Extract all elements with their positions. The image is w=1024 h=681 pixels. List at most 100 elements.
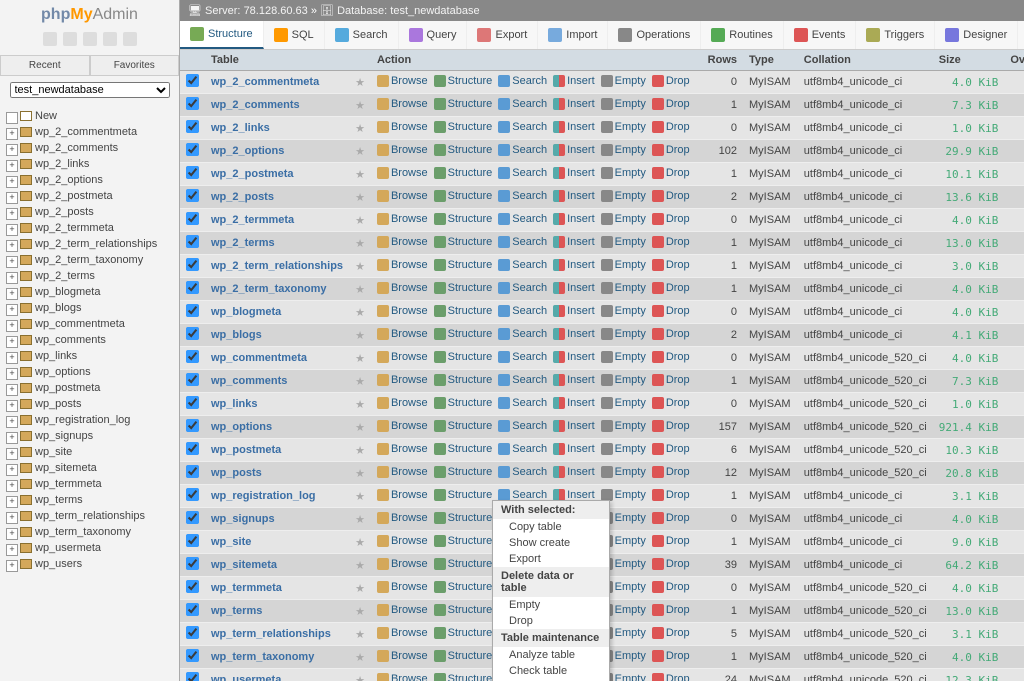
insert-action[interactable]: Insert <box>553 282 595 294</box>
drop-action[interactable]: Drop <box>652 236 690 248</box>
browse-action[interactable]: Browse <box>377 328 428 340</box>
browse-action[interactable]: Browse <box>377 627 428 639</box>
drop-action[interactable]: Drop <box>652 627 690 639</box>
favorite-icon[interactable]: ★ <box>355 468 365 480</box>
drop-action[interactable]: Drop <box>652 190 690 202</box>
browse-action[interactable]: Browse <box>377 535 428 547</box>
table-name-link[interactable]: wp_term_taxonomy <box>211 651 314 663</box>
tree-table-item[interactable]: wp_usermeta <box>0 540 179 556</box>
row-checkbox[interactable] <box>186 235 199 248</box>
row-checkbox[interactable] <box>186 212 199 225</box>
tree-table-item[interactable]: wp_2_postmeta <box>0 188 179 204</box>
browse-action[interactable]: Browse <box>377 282 428 294</box>
browse-action[interactable]: Browse <box>377 443 428 455</box>
browse-action[interactable]: Browse <box>377 121 428 133</box>
topmenu-structure[interactable]: Structure <box>180 21 264 49</box>
menu-item[interactable]: Analyze table <box>493 647 609 663</box>
drop-action[interactable]: Drop <box>652 581 690 593</box>
row-checkbox[interactable] <box>186 534 199 547</box>
structure-action[interactable]: Structure <box>434 351 493 363</box>
structure-action[interactable]: Structure <box>434 673 493 681</box>
structure-action[interactable]: Structure <box>434 121 493 133</box>
settings-icon[interactable] <box>103 32 117 46</box>
row-checkbox[interactable] <box>186 74 199 87</box>
insert-action[interactable]: Insert <box>553 213 595 225</box>
insert-action[interactable]: Insert <box>553 305 595 317</box>
tree-table-item[interactable]: wp_links <box>0 348 179 364</box>
empty-action[interactable]: Empty <box>601 259 646 271</box>
tree-table-item[interactable]: wp_options <box>0 364 179 380</box>
insert-action[interactable]: Insert <box>553 489 595 501</box>
table-name-link[interactable]: wp_links <box>211 398 257 410</box>
topmenu-query[interactable]: Query <box>399 21 468 49</box>
table-name-link[interactable]: wp_2_term_relationships <box>211 260 343 272</box>
empty-action[interactable]: Empty <box>601 236 646 248</box>
row-checkbox[interactable] <box>186 373 199 386</box>
topmenu-events[interactable]: Events <box>784 21 857 49</box>
search-action[interactable]: Search <box>498 351 547 363</box>
search-action[interactable]: Search <box>498 236 547 248</box>
tree-table-item[interactable]: wp_sitemeta <box>0 460 179 476</box>
row-checkbox[interactable] <box>186 166 199 179</box>
search-action[interactable]: Search <box>498 489 547 501</box>
search-action[interactable]: Search <box>498 305 547 317</box>
browse-action[interactable]: Browse <box>377 420 428 432</box>
empty-action[interactable]: Empty <box>601 351 646 363</box>
tree-table-item[interactable]: wp_commentmeta <box>0 316 179 332</box>
empty-action[interactable]: Empty <box>601 75 646 87</box>
empty-action[interactable]: Empty <box>601 98 646 110</box>
structure-action[interactable]: Structure <box>434 581 493 593</box>
insert-action[interactable]: Insert <box>553 75 595 87</box>
browse-action[interactable]: Browse <box>377 75 428 87</box>
table-name-link[interactable]: wp_site <box>211 536 251 548</box>
table-name-link[interactable]: wp_posts <box>211 467 262 479</box>
structure-action[interactable]: Structure <box>434 144 493 156</box>
favorite-icon[interactable]: ★ <box>355 629 365 641</box>
drop-action[interactable]: Drop <box>652 466 690 478</box>
search-action[interactable]: Search <box>498 282 547 294</box>
browse-action[interactable]: Browse <box>377 144 428 156</box>
row-checkbox[interactable] <box>186 97 199 110</box>
browse-action[interactable]: Browse <box>377 512 428 524</box>
structure-action[interactable]: Structure <box>434 466 493 478</box>
search-action[interactable]: Search <box>498 328 547 340</box>
browse-action[interactable]: Browse <box>377 558 428 570</box>
favorite-icon[interactable]: ★ <box>355 330 365 342</box>
drop-action[interactable]: Drop <box>652 121 690 133</box>
favorite-icon[interactable]: ★ <box>355 675 365 681</box>
row-checkbox[interactable] <box>186 580 199 593</box>
topmenu-export[interactable]: Export <box>467 21 538 49</box>
drop-action[interactable]: Drop <box>652 328 690 340</box>
favorite-icon[interactable]: ★ <box>355 215 365 227</box>
tree-table-item[interactable]: wp_postmeta <box>0 380 179 396</box>
tree-table-item[interactable]: wp_term_taxonomy <box>0 524 179 540</box>
row-checkbox[interactable] <box>186 649 199 662</box>
menu-item[interactable]: Export <box>493 551 609 567</box>
table-name-link[interactable]: wp_commentmeta <box>211 352 307 364</box>
drop-action[interactable]: Drop <box>652 144 690 156</box>
table-name-link[interactable]: wp_registration_log <box>211 490 316 502</box>
row-checkbox[interactable] <box>186 557 199 570</box>
table-name-link[interactable]: wp_2_termmeta <box>211 214 294 226</box>
tab-favorites[interactable]: Favorites <box>90 55 180 76</box>
favorite-icon[interactable]: ★ <box>355 169 365 181</box>
table-name-link[interactable]: wp_options <box>211 421 272 433</box>
row-checkbox[interactable] <box>186 603 199 616</box>
drop-action[interactable]: Drop <box>652 420 690 432</box>
row-checkbox[interactable] <box>186 143 199 156</box>
browse-action[interactable]: Browse <box>377 190 428 202</box>
row-checkbox[interactable] <box>186 442 199 455</box>
structure-action[interactable]: Structure <box>434 420 493 432</box>
insert-action[interactable]: Insert <box>553 144 595 156</box>
drop-action[interactable]: Drop <box>652 167 690 179</box>
table-name-link[interactable]: wp_2_terms <box>211 237 275 249</box>
drop-action[interactable]: Drop <box>652 650 690 662</box>
browse-action[interactable]: Browse <box>377 489 428 501</box>
table-name-link[interactable]: wp_terms <box>211 605 262 617</box>
row-checkbox[interactable] <box>186 396 199 409</box>
table-name-link[interactable]: wp_blogs <box>211 329 262 341</box>
structure-action[interactable]: Structure <box>434 98 493 110</box>
favorite-icon[interactable]: ★ <box>355 537 365 549</box>
tree-table-item[interactable]: wp_2_termmeta <box>0 220 179 236</box>
favorite-icon[interactable]: ★ <box>355 399 365 411</box>
